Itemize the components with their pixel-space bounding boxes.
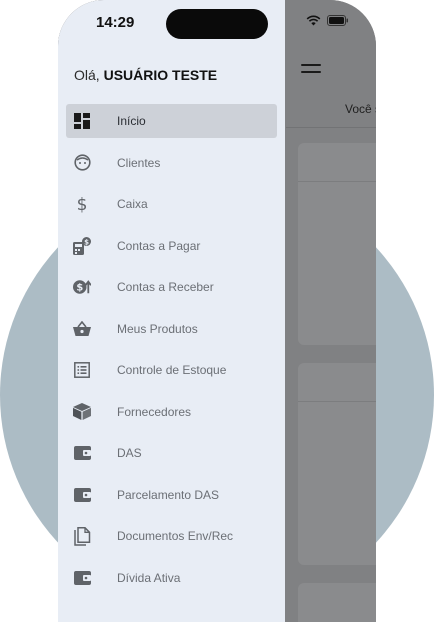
- list-icon: [73, 361, 91, 379]
- menu-item-divida-ativa[interactable]: Dívida Ativa: [66, 561, 277, 595]
- basket-icon: [73, 320, 91, 338]
- greeting-prefix: Olá,: [74, 67, 104, 83]
- menu-item-label: Contas a Pagar: [117, 238, 201, 253]
- menu-item-estoque[interactable]: Controle de Estoque: [66, 353, 277, 387]
- documents-icon: [73, 526, 91, 546]
- navigation-drawer: 14:29 Olá, USUÁRIO TESTE Início Clientes…: [58, 0, 285, 622]
- menu-item-label: Meus Produtos: [117, 321, 198, 336]
- menu-item-label: Caixa: [117, 197, 148, 211]
- menu-item-label: Contas a Receber: [117, 280, 214, 294]
- drawer-menu: Início Clientes $ Caixa $ Contas a Pagar…: [66, 104, 277, 602]
- menu-item-caixa[interactable]: $ Caixa: [66, 187, 277, 221]
- phone-screen: Você s 14:29 Olá, USUÁRIO TESTE Início C…: [58, 0, 376, 622]
- dashboard-icon: [73, 112, 91, 130]
- menu-item-label: Clientes: [117, 155, 161, 170]
- menu-item-inicio[interactable]: Início: [66, 104, 277, 138]
- svg-text:$: $: [84, 238, 89, 246]
- app-greeting: Você s: [345, 102, 376, 116]
- menu-icon[interactable]: [301, 64, 321, 74]
- calculator-dollar-icon: $: [73, 236, 91, 255]
- menu-item-contas-receber[interactable]: $ Contas a Receber: [66, 270, 277, 304]
- menu-item-documentos[interactable]: Documentos Env/Rec: [66, 519, 277, 553]
- menu-item-parcelamento-das[interactable]: Parcelamento DAS: [66, 478, 277, 512]
- box-icon: [73, 402, 91, 421]
- user-name: USUÁRIO TESTE: [103, 67, 218, 83]
- svg-text:$: $: [77, 195, 88, 213]
- menu-item-contas-pagar[interactable]: $ Contas a Pagar: [66, 229, 277, 263]
- app-card[interactable]: [298, 143, 376, 345]
- dollar-icon: $: [73, 195, 91, 213]
- menu-item-label: Fornecedores: [117, 404, 192, 419]
- wallet-icon: [73, 569, 91, 587]
- app-card[interactable]: [298, 363, 376, 565]
- menu-item-clientes[interactable]: Clientes: [66, 146, 277, 180]
- menu-item-label: Documentos Env/Rec: [117, 529, 234, 543]
- menu-item-label: Dívida Ativa: [117, 570, 181, 585]
- app-card[interactable]: [298, 583, 376, 622]
- menu-item-label: Início: [117, 114, 146, 128]
- menu-item-produtos[interactable]: Meus Produtos: [66, 312, 277, 346]
- menu-item-label: Parcelamento DAS: [117, 487, 220, 502]
- battery-icon: [327, 15, 348, 26]
- svg-text:$: $: [76, 283, 83, 294]
- status-icons: [306, 15, 349, 26]
- app-divider: [286, 127, 376, 128]
- wallet-icon: [73, 444, 91, 462]
- money-arrow-up-icon: $: [73, 278, 91, 296]
- wallet-icon: [73, 486, 91, 504]
- face-icon: [73, 154, 91, 172]
- menu-item-fornecedores[interactable]: Fornecedores: [66, 395, 277, 429]
- wifi-icon: [306, 15, 321, 26]
- menu-item-label: Controle de Estoque: [117, 363, 227, 377]
- menu-item-das[interactable]: DAS: [66, 436, 277, 470]
- status-time: 14:29: [96, 14, 135, 31]
- dynamic-island: [166, 9, 268, 39]
- user-greeting: Olá, USUÁRIO TESTE: [74, 67, 217, 83]
- menu-item-label: DAS: [117, 446, 142, 460]
